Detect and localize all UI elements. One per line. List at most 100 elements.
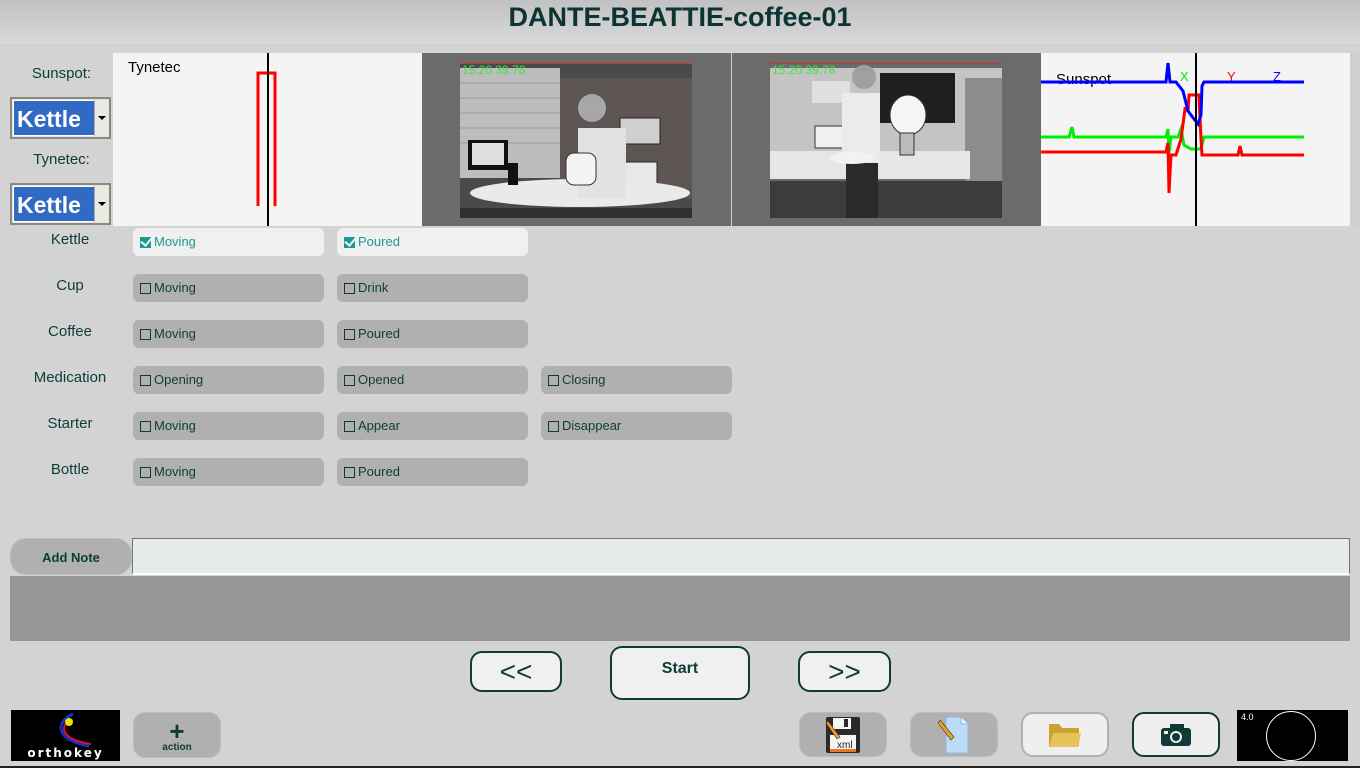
floppy-xml-icon: xml — [825, 716, 860, 753]
checkbox-label: Poured — [358, 464, 400, 479]
add-action-button[interactable]: + action — [133, 712, 221, 758]
sunspot-object-select[interactable]: Kettle — [10, 97, 111, 139]
checkbox-label: Moving — [154, 418, 196, 433]
checkbox-coffee-moving[interactable]: Moving — [133, 320, 324, 348]
checkbox-unchecked-icon — [548, 420, 559, 432]
checkbox-label: Moving — [154, 234, 196, 249]
checkbox-starter-appear[interactable]: Appear — [337, 412, 528, 440]
checkbox-starter-disappear[interactable]: Disappear — [541, 412, 732, 440]
object-label-cup: Cup — [56, 277, 84, 294]
object-label-bottle: Bottle — [50, 461, 90, 478]
checkbox-unchecked-icon — [344, 466, 355, 478]
meter-circle — [1266, 711, 1316, 761]
checkbox-label: Disappear — [562, 418, 622, 433]
note-input[interactable] — [132, 538, 1350, 575]
axis-legend-x: X — [1180, 69, 1189, 84]
open-folder-button[interactable] — [1021, 712, 1109, 757]
checkbox-medication-opening[interactable]: Opening — [133, 366, 324, 394]
orthokey-logo: orthokey — [11, 710, 120, 761]
start-button[interactable]: Start — [610, 646, 750, 700]
chevron-down-icon[interactable] — [94, 100, 108, 136]
checkbox-kettle-moving[interactable]: Moving — [133, 228, 324, 256]
add-note-button[interactable]: Add Note — [10, 538, 132, 575]
video-panel-2[interactable]: 15.20.39.78 — [732, 53, 1041, 226]
object-label-starter: Starter — [47, 415, 93, 432]
panel-edge — [1350, 53, 1360, 226]
checkbox-label: Moving — [154, 326, 196, 341]
camera-scene-2 — [770, 63, 1002, 218]
edit-document-icon — [937, 716, 969, 753]
note-log — [10, 576, 1350, 641]
checkbox-cup-drink[interactable]: Drink — [337, 274, 528, 302]
checkbox-unchecked-icon — [344, 374, 355, 386]
checkbox-unchecked-icon — [344, 420, 355, 432]
plus-icon: + — [169, 716, 185, 746]
previous-button[interactable]: << — [470, 651, 562, 692]
checkbox-bottle-poured[interactable]: Poured — [337, 458, 528, 486]
object-label-coffee: Coffee — [48, 323, 92, 340]
logo-mark-icon — [59, 712, 92, 748]
checkbox-kettle-poured[interactable]: Poured — [337, 228, 528, 256]
camera-icon — [1161, 723, 1191, 746]
checkbox-label: Moving — [154, 280, 196, 295]
logo-text: orthokey — [27, 746, 104, 760]
checkbox-checked-icon — [140, 236, 151, 248]
checkbox-unchecked-icon — [140, 420, 151, 432]
video-frame-1: 15.20.39.78 — [460, 63, 692, 218]
checkbox-unchecked-icon — [140, 328, 151, 340]
checkbox-label: Appear — [358, 418, 400, 433]
annotation-app: DANTE-BEATTIE-coffee-01 Sunspot: Kettle … — [0, 0, 1360, 768]
level-meter: 4.0 — [1237, 710, 1348, 761]
object-label-medication: Medication — [33, 369, 107, 386]
checkbox-cup-moving[interactable]: Moving — [133, 274, 324, 302]
checkbox-label: Poured — [358, 326, 400, 341]
checkbox-label: Opened — [358, 372, 405, 387]
checkbox-unchecked-icon — [140, 466, 151, 478]
sunspot-select-label: Sunspot: — [31, 65, 92, 82]
checkbox-label: Drink — [358, 280, 389, 295]
checkbox-label: Poured — [358, 234, 400, 249]
checkbox-label: Opening — [154, 372, 204, 387]
edit-file-button[interactable] — [910, 712, 998, 757]
snapshot-button[interactable] — [1132, 712, 1220, 757]
tynetec-object-select[interactable]: Kettle — [10, 183, 111, 225]
tynetec-select-label: Tynetec: — [33, 151, 90, 168]
checkbox-unchecked-icon — [344, 282, 355, 294]
checkbox-medication-opened[interactable]: Opened — [337, 366, 528, 394]
camera-scene-1 — [460, 63, 692, 218]
tynetec-trace — [256, 71, 277, 206]
checkbox-unchecked-icon — [344, 328, 355, 340]
sunspot-plot-label: Sunspot — [1056, 71, 1112, 88]
video-frame-2: 15.20.39.78 — [770, 63, 1002, 218]
next-button[interactable]: >> — [798, 651, 891, 692]
checkbox-label: Moving — [154, 464, 196, 479]
checkbox-coffee-poured[interactable]: Poured — [337, 320, 528, 348]
tynetec-plot[interactable]: Tynetec — [113, 53, 422, 226]
checkbox-unchecked-icon — [140, 282, 151, 294]
video-timestamp-2: 15.20.39.78 — [772, 63, 836, 77]
save-xml-button[interactable]: xml — [799, 712, 887, 757]
video-panel-1[interactable]: 15.20.39.78 — [422, 53, 731, 226]
folder-icon — [1049, 723, 1081, 747]
trace-y — [1041, 93, 1304, 194]
xml-caption: xml — [837, 740, 853, 751]
checkbox-medication-closing[interactable]: Closing — [541, 366, 732, 394]
page-title: DANTE-BEATTIE-coffee-01 — [508, 2, 852, 32]
sunspot-plot[interactable]: Sunspot X Y Z — [1041, 53, 1350, 226]
checkbox-label: Closing — [562, 372, 606, 387]
sunspot-select-value: Kettle — [13, 100, 95, 136]
checkbox-bottle-moving[interactable]: Moving — [133, 458, 324, 486]
checkbox-checked-icon — [344, 236, 355, 248]
meter-value: 4.0 — [1241, 712, 1254, 722]
checkbox-starter-moving[interactable]: Moving — [133, 412, 324, 440]
title-bar: DANTE-BEATTIE-coffee-01 — [0, 0, 1360, 45]
trace-x — [1041, 123, 1304, 154]
tynetec-plot-svg — [256, 53, 277, 226]
checkbox-unchecked-icon — [548, 374, 559, 386]
tynetec-select-value: Kettle — [13, 186, 95, 222]
add-action-label: action — [162, 742, 192, 753]
video-timestamp-1: 15.20.39.78 — [462, 63, 526, 77]
object-label-kettle: Kettle — [50, 231, 90, 248]
chevron-down-icon[interactable] — [94, 186, 108, 222]
sunspot-plot-svg: Sunspot X Y Z — [1041, 53, 1304, 226]
